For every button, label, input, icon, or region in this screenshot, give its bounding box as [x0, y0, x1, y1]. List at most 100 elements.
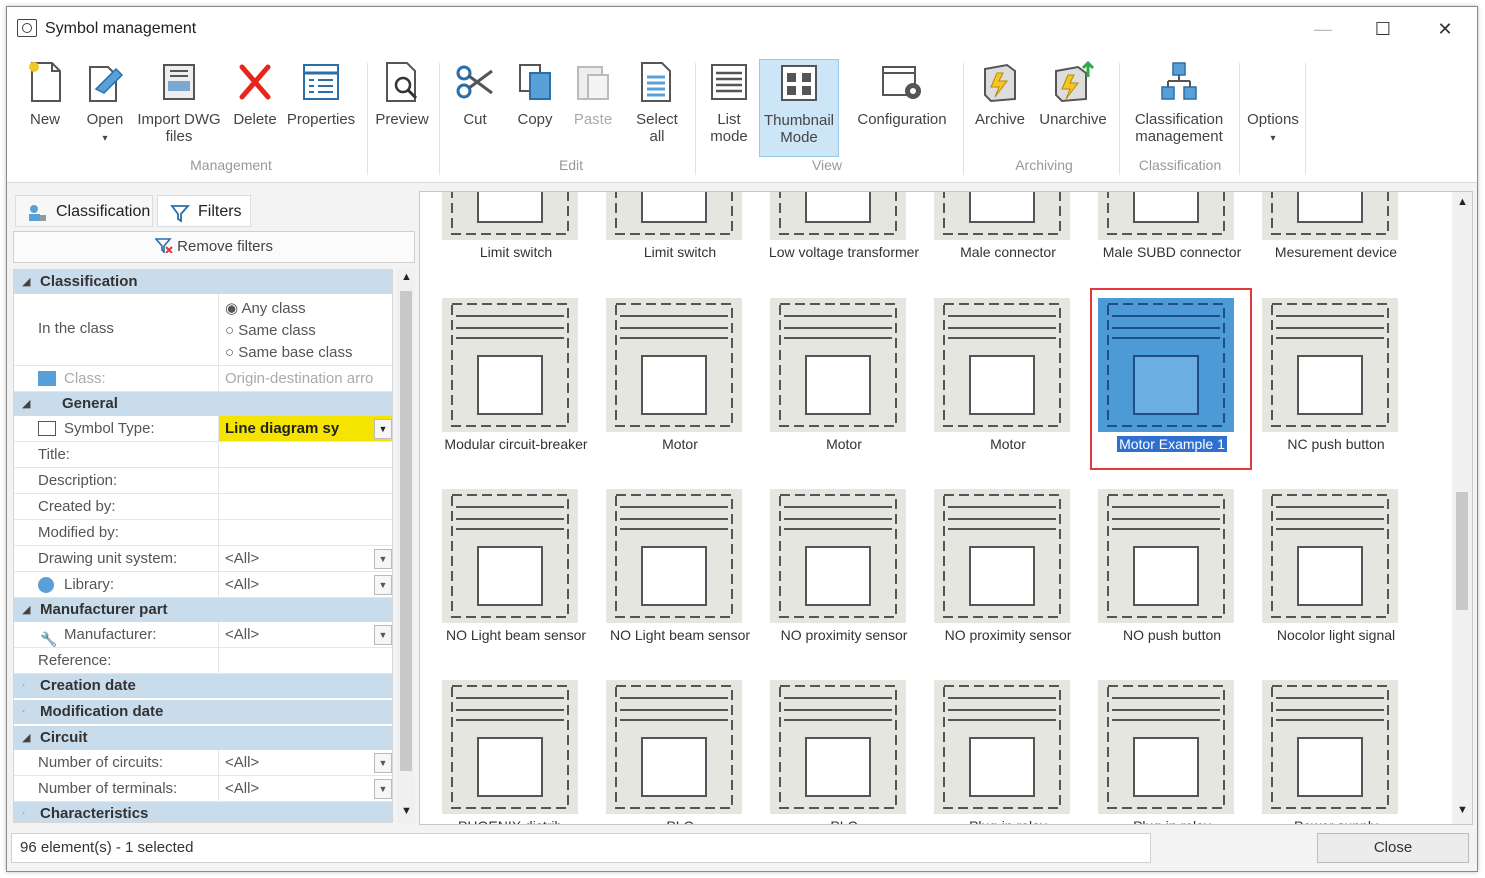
symbol-caption: Plug-in relay [926, 818, 1090, 824]
window-title: Symbol management [45, 20, 197, 37]
symbol-thumbnail[interactable]: Plug-in relay [926, 666, 1090, 824]
import-dwg-button[interactable]: Import DWG files [137, 59, 221, 157]
section-characteristics[interactable]: · Characteristics [14, 802, 392, 822]
title-field[interactable] [218, 442, 392, 467]
symbol-thumbnail[interactable]: PHOENIX distrib... [434, 666, 598, 824]
section-circuit[interactable]: ◢ Circuit [14, 726, 392, 750]
cut-button[interactable]: Cut [451, 59, 499, 157]
symbol-thumbnail[interactable]: Male SUBD connector [1090, 192, 1254, 272]
chevron-down-icon: ▼ [374, 625, 392, 645]
symbol-thumbnail[interactable]: PLC [598, 666, 762, 824]
section-modification-date[interactable]: · Modification date [14, 700, 392, 724]
symbol-preview-image [606, 680, 742, 814]
configuration-button[interactable]: Configuration [849, 59, 955, 157]
symbol-thumbnail[interactable]: Motor [762, 284, 926, 464]
description-field[interactable] [218, 468, 392, 493]
scroll-down-icon[interactable]: ▼ [401, 805, 412, 817]
symbol-preview-image [934, 489, 1070, 623]
maximize-button[interactable]: ☐ [1363, 15, 1403, 43]
tab-classification[interactable]: Classification [15, 195, 153, 227]
preview-button[interactable]: Preview [371, 59, 433, 157]
symbol-caption: Nocolor light signal [1276, 627, 1396, 643]
symbol-thumbnail[interactable]: NO push button [1090, 475, 1254, 655]
symbol-caption: Mesurement device [1274, 244, 1398, 260]
symbol-caption: NO Light beam sensor [445, 627, 587, 643]
select-all-button[interactable]: Select all [629, 59, 685, 157]
scrollbar-thumb[interactable] [1456, 492, 1468, 610]
app-icon [17, 19, 37, 37]
chevron-down-icon: ▼ [374, 779, 392, 799]
section-classification[interactable]: ◢ Classification [14, 270, 392, 294]
scroll-up-icon[interactable]: ▲ [1457, 196, 1468, 208]
close-window-button[interactable]: ✕ [1425, 15, 1465, 43]
list-mode-button[interactable]: List mode [701, 59, 757, 157]
collapse-icon: ◢ [22, 276, 31, 288]
selection-highlight-frame [1090, 288, 1252, 470]
ribbon-separator [1239, 63, 1240, 175]
scroll-down-icon[interactable]: ▼ [1457, 804, 1468, 816]
symbol-preview-image [606, 489, 742, 623]
grid-scrollbar[interactable]: ▲ ▼ [1452, 192, 1472, 824]
new-button[interactable]: New [21, 59, 69, 157]
library-select[interactable]: <All> ▼ [218, 572, 392, 597]
section-general[interactable]: ◢ General [14, 392, 392, 416]
unarchive-button[interactable]: Unarchive [1033, 59, 1113, 157]
close-button[interactable]: Close [1317, 833, 1469, 863]
symbol-thumbnail[interactable]: Motor [926, 284, 1090, 464]
delete-button[interactable]: Delete [229, 59, 281, 157]
ribbon-separator [1119, 63, 1120, 175]
status-bar: 96 element(s) - 1 selected [11, 833, 1151, 863]
symbol-thumbnail[interactable]: Mesurement device [1254, 192, 1418, 272]
number-of-circuits-select[interactable]: <All> ▼ [218, 750, 392, 775]
remove-filters-button[interactable]: Remove filters [13, 231, 415, 263]
open-button[interactable]: Open ▾ [77, 59, 133, 157]
symbol-preview-image [770, 298, 906, 432]
symbol-thumbnail[interactable]: Modular circuit-breaker [434, 284, 598, 464]
drawing-unit-select[interactable]: <All> ▼ [218, 546, 392, 571]
scrollbar-thumb[interactable] [400, 291, 412, 771]
ribbon-separator [367, 63, 368, 175]
symbol-caption: Motor [990, 436, 1026, 452]
ribbon-toolbar: New Open ▾ Import DWG files Delete Prope… [7, 51, 1477, 183]
symbol-thumbnail[interactable]: NO Light beam sensor [434, 475, 598, 655]
number-of-terminals-select[interactable]: <All> ▼ [218, 776, 392, 801]
symbol-thumbnail[interactable]: Motor [598, 284, 762, 464]
property-grid-scrollbar[interactable]: ▲ ▼ [397, 269, 415, 823]
radio-same-class[interactable]: ○ Same class [225, 320, 392, 342]
symbol-thumbnail[interactable]: Male connector [926, 192, 1090, 272]
symbol-thumbnail[interactable]: Low voltage transformer [762, 192, 926, 272]
symbol-thumbnail[interactable]: Limit switch [434, 192, 598, 272]
symbol-caption: Male connector [960, 244, 1056, 260]
tab-filters[interactable]: Filters [157, 195, 251, 227]
symbol-thumbnail[interactable]: NC push button [1254, 284, 1418, 464]
symbol-thumbnail[interactable]: Power supply [1254, 666, 1418, 824]
symbol-thumbnail[interactable]: NO Light beam sensor [598, 475, 762, 655]
thumbnail-mode-button[interactable]: Thumbnail Mode [759, 59, 839, 157]
symbol-thumbnail[interactable]: Limit switch [598, 192, 762, 272]
scroll-up-icon[interactable]: ▲ [401, 271, 412, 283]
radio-any-class[interactable]: ◉ Any class [225, 298, 392, 320]
symbol-thumbnail[interactable]: NO proximity sensor [926, 475, 1090, 655]
reference-field[interactable] [218, 648, 392, 673]
manufacturer-select[interactable]: <All> ▼ [218, 622, 392, 647]
symbol-caption: Power supply [1254, 818, 1418, 824]
symbol-caption: Motor [662, 436, 698, 452]
minimize-button[interactable]: — [1303, 15, 1343, 43]
section-manufacturer-part[interactable]: ◢ Manufacturer part [14, 598, 392, 622]
paste-button[interactable]: Paste [567, 59, 619, 157]
created-by-field[interactable] [218, 494, 392, 519]
classification-management-button[interactable]: Classification management [1125, 59, 1233, 157]
symbol-type-select[interactable]: Line diagram sy ▼ [218, 416, 392, 441]
modified-by-field[interactable] [218, 520, 392, 545]
radio-same-base-class[interactable]: ○ Same base class [225, 342, 392, 364]
options-button[interactable]: Options ▾ [1243, 59, 1303, 157]
symbol-preview-image [442, 192, 578, 240]
archive-button[interactable]: Archive [969, 59, 1031, 157]
symbol-thumbnail[interactable]: Nocolor light signal [1254, 475, 1418, 655]
section-creation-date[interactable]: · Creation date [14, 674, 392, 698]
copy-button[interactable]: Copy [509, 59, 561, 157]
symbol-thumbnail[interactable]: NO proximity sensor [762, 475, 926, 655]
properties-button[interactable]: Properties [283, 59, 359, 157]
symbol-thumbnail[interactable]: PLC [762, 666, 926, 824]
symbol-thumbnail[interactable]: Plug-in relay [1090, 666, 1254, 824]
